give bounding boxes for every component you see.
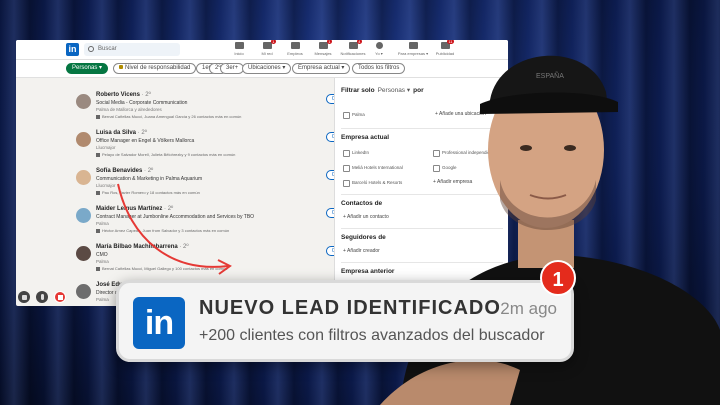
stop-recording-button[interactable] — [54, 291, 66, 303]
nav-jobs[interactable]: Empleos — [280, 42, 310, 56]
message-icon: 1 — [318, 40, 332, 49]
level-filter[interactable]: Nivel de responsabilidad — [113, 63, 197, 74]
camera-icon[interactable] — [18, 291, 30, 303]
nav-network[interactable]: 1 Mi red — [252, 40, 282, 56]
list-item[interactable]: Luisa da Silva · 2º Office Manager en En… — [76, 128, 358, 166]
svg-text:ESPAÑA: ESPAÑA — [536, 71, 564, 80]
search-placeholder: Buscar — [98, 46, 117, 52]
bell-icon: 4 — [348, 40, 362, 49]
notification-title: NUEVO LEAD IDENTIFICADO — [199, 297, 501, 319]
search-icon — [88, 46, 94, 52]
linkedin-logo-icon[interactable]: in — [66, 43, 79, 56]
home-icon — [234, 42, 244, 49]
list-item[interactable]: Roberto Vicens · 2º Social Media - Corpo… — [76, 90, 358, 128]
third-degree-filter[interactable]: 3er+ — [220, 63, 245, 74]
notification-card[interactable]: in NUEVO LEAD IDENTIFICADO 2m ago +200 c… — [116, 280, 574, 362]
locations-filter[interactable]: Ubicaciones ▾ — [242, 63, 292, 74]
avatar[interactable] — [76, 208, 91, 223]
avatar[interactable] — [76, 94, 91, 109]
notification-body: +200 clientes con filtros avanzados del … — [199, 327, 545, 344]
avatar[interactable] — [76, 170, 91, 185]
premium-icon — [119, 65, 123, 69]
briefcase-icon — [290, 42, 300, 49]
search-input[interactable]: Buscar — [84, 43, 180, 56]
microphone-icon[interactable] — [36, 291, 48, 303]
avatar[interactable] — [76, 246, 91, 261]
red-arrow-annotation — [117, 183, 232, 275]
notification-time: 2m ago — [500, 299, 557, 318]
current-company-filter[interactable]: Empresa actual ▾ — [292, 63, 351, 74]
notification-badge: 1 — [540, 260, 576, 296]
recording-controls — [18, 290, 86, 304]
nav-home[interactable]: Inicio — [224, 42, 254, 56]
network-icon: 1 — [262, 40, 276, 49]
people-filter[interactable]: Personas ▾ — [66, 63, 109, 74]
nav-messages[interactable]: 1 Mensajes — [308, 40, 338, 56]
linkedin-logo-icon: in — [133, 297, 185, 349]
avatar[interactable] — [76, 132, 91, 147]
